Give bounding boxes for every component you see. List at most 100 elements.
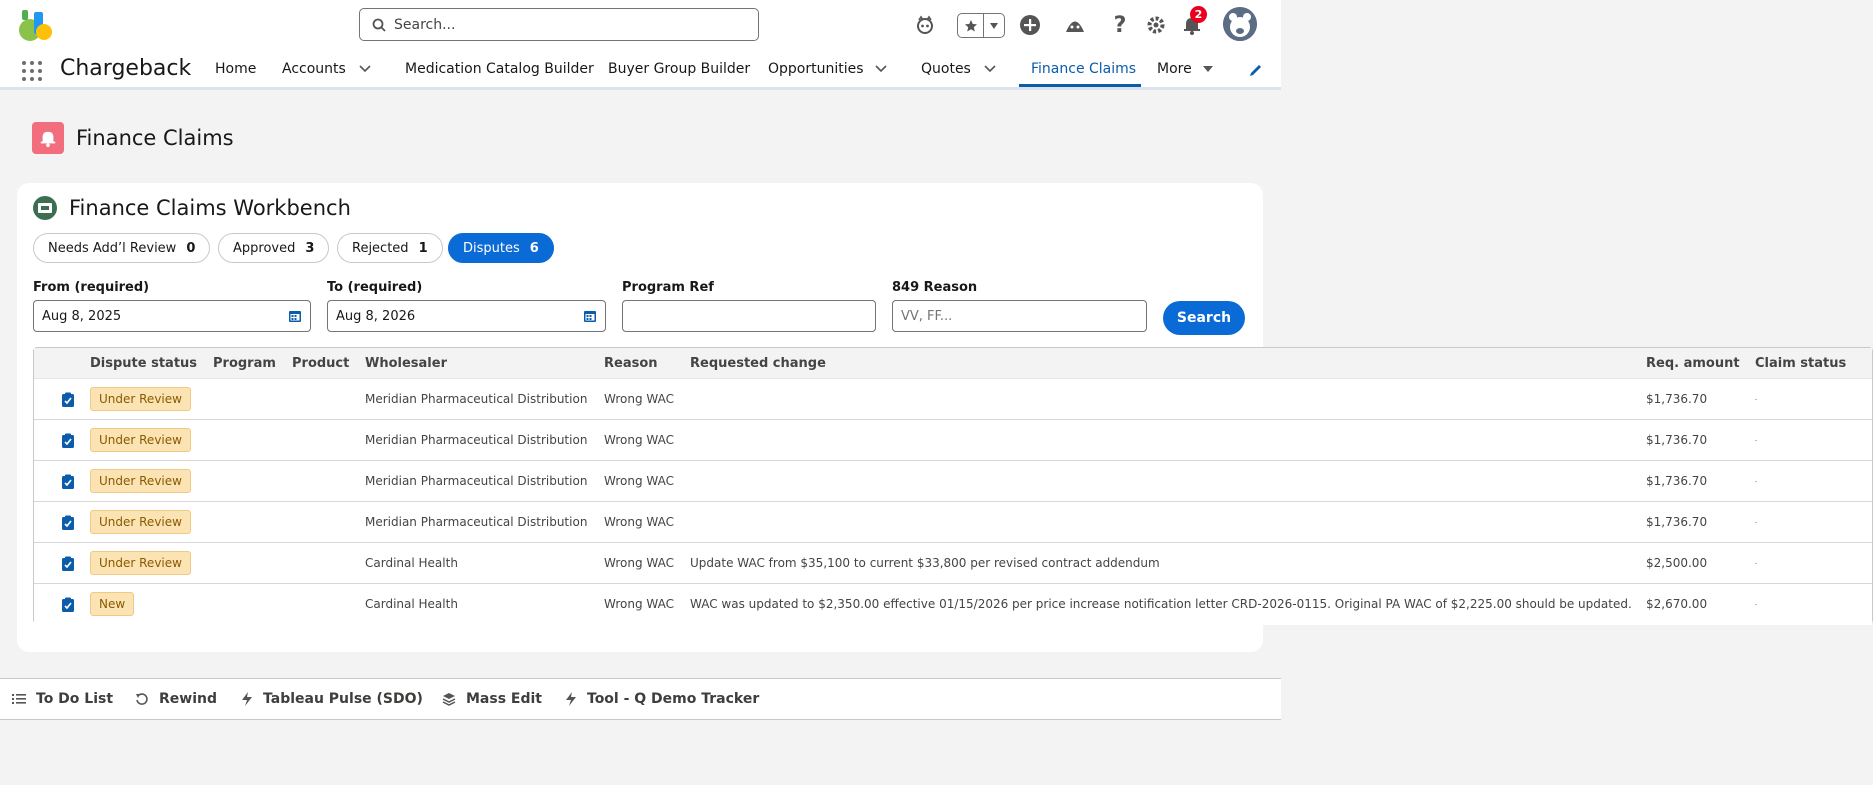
column-header[interactable]: Dispute status — [90, 356, 197, 371]
table-header: Dispute status Program Product Wholesale… — [34, 348, 1872, 379]
column-header[interactable]: Req. amount — [1646, 356, 1740, 371]
status-badge: New — [90, 592, 135, 616]
column-header[interactable]: Reason — [604, 356, 658, 371]
avatar[interactable] — [1223, 7, 1257, 41]
amount-cell: $2,670.00 — [1646, 597, 1708, 611]
nav-item-home[interactable]: Home — [215, 61, 256, 77]
search-placeholder: Search... — [394, 16, 456, 33]
column-header[interactable]: Program — [213, 356, 276, 371]
utility-item-q-demo-tracker[interactable]: Tool - Q Demo Tracker — [565, 691, 759, 707]
reason-cell: Wrong WAC — [604, 597, 674, 611]
tab-label: Disputes — [463, 240, 520, 256]
empty-marker — [1755, 481, 1757, 482]
page-title: Finance Claims — [76, 126, 234, 150]
global-header: Search... ? 2 — [0, 0, 1281, 50]
nav-item-buyer-group-builder[interactable]: Buyer Group Builder — [608, 61, 750, 77]
amount-cell: $2,500.00 — [1646, 556, 1708, 570]
from-date-label: From (required) — [33, 280, 150, 295]
to-date-field[interactable]: Aug 8, 2026 — [327, 300, 606, 332]
tab-label: Rejected — [352, 240, 409, 256]
reason-cell: Wrong WAC — [604, 392, 674, 406]
status-badge: Under Review — [90, 551, 191, 575]
tab-count: 3 — [305, 240, 315, 256]
reason-cell: Wrong WAC — [604, 433, 674, 447]
from-date-field[interactable]: Aug 8, 2025 — [33, 300, 311, 332]
calendar-icon[interactable] — [288, 309, 302, 323]
chevron-down-icon[interactable] — [875, 65, 887, 73]
app-launcher-icon[interactable] — [22, 61, 42, 81]
edit-clipboard-icon[interactable] — [61, 433, 75, 449]
column-header[interactable]: Product — [292, 356, 349, 371]
rewind-icon — [136, 693, 148, 705]
column-header[interactable]: Wholesaler — [365, 356, 447, 371]
utility-item-mass-edit[interactable]: Mass Edit — [442, 691, 542, 707]
edit-clipboard-icon[interactable] — [61, 474, 75, 490]
global-search-input[interactable]: Search... — [359, 8, 759, 41]
star-icon[interactable] — [958, 14, 984, 37]
edit-clipboard-icon[interactable] — [61, 392, 75, 408]
table-row[interactable]: New Cardinal Health Wrong WAC WAC was up… — [34, 584, 1872, 625]
table-row[interactable]: Under Review Meridian Pharmaceutical Dis… — [34, 420, 1872, 461]
search-icon — [372, 18, 386, 32]
utility-item-to-do-list[interactable]: To Do List — [12, 691, 113, 707]
requested-change-cell: Update WAC from $35,100 to current $33,8… — [690, 556, 1160, 570]
from-date-value: Aug 8, 2025 — [42, 308, 122, 324]
amount-cell: $1,736.70 — [1646, 474, 1708, 488]
empty-marker — [1755, 563, 1757, 564]
column-header[interactable]: Claim status — [1755, 356, 1846, 371]
favorites-button[interactable] — [957, 13, 1005, 38]
to-date-value: Aug 8, 2026 — [336, 308, 416, 324]
chevron-down-icon[interactable] — [359, 65, 371, 73]
page-header: Finance Claims — [32, 122, 234, 154]
table-row[interactable]: Under Review Meridian Pharmaceutical Dis… — [34, 379, 1872, 420]
utility-label: Tableau Pulse (SDO) — [263, 691, 423, 707]
program-ref-input[interactable] — [622, 300, 876, 332]
nav-item-medication-catalog-builder[interactable]: Medication Catalog Builder — [405, 61, 594, 77]
org-logo[interactable] — [16, 6, 54, 44]
chevron-down-icon[interactable] — [984, 22, 1004, 30]
utility-label: To Do List — [36, 691, 114, 707]
tab-needs-additional-review[interactable]: Needs Add’l Review 0 — [33, 233, 211, 263]
search-button[interactable]: Search — [1163, 301, 1245, 335]
utility-bar: To Do List Rewind Tableau Pulse (SDO) Ma… — [0, 678, 1281, 720]
amount-cell: $1,736.70 — [1646, 392, 1708, 406]
tab-disputes[interactable]: Disputes 6 — [448, 233, 554, 263]
utility-item-tableau-pulse[interactable]: Tableau Pulse (SDO) — [241, 691, 423, 707]
table-row[interactable]: Under Review Cardinal Health Wrong WAC U… — [34, 543, 1872, 584]
column-header[interactable]: Requested change — [690, 356, 826, 371]
gear-icon[interactable] — [1144, 13, 1168, 37]
nav-item-finance-claims[interactable]: Finance Claims — [1031, 61, 1136, 77]
nav-item-opportunities[interactable]: Opportunities — [768, 61, 864, 77]
chevron-down-icon[interactable] — [984, 65, 996, 73]
requested-change-cell: WAC was updated to $2,350.00 effective 0… — [690, 597, 1632, 611]
table-row[interactable]: Under Review Meridian Pharmaceutical Dis… — [34, 502, 1872, 543]
workbench-title: Finance Claims Workbench — [69, 196, 351, 220]
utility-label: Mass Edit — [466, 691, 542, 707]
tab-label: Approved — [233, 240, 296, 256]
nav-item-quotes[interactable]: Quotes — [921, 61, 971, 77]
status-badge: Under Review — [90, 510, 191, 534]
edit-clipboard-icon[interactable] — [61, 515, 75, 531]
lightning-icon — [242, 692, 252, 706]
agent-icon[interactable] — [913, 13, 937, 37]
disputes-table: Dispute status Program Product Wholesale… — [33, 347, 1873, 625]
tab-rejected[interactable]: Rejected 1 — [337, 233, 443, 263]
nav-item-more[interactable]: More — [1157, 61, 1192, 77]
edit-clipboard-icon[interactable] — [61, 597, 75, 613]
reason-849-input[interactable]: VV, FF... — [892, 300, 1147, 332]
bell-icon — [32, 122, 64, 154]
nav-item-accounts[interactable]: Accounts — [282, 61, 346, 77]
add-icon[interactable] — [1018, 13, 1042, 37]
empty-marker — [1755, 399, 1757, 400]
status-badge: Under Review — [90, 387, 191, 411]
table-row[interactable]: Under Review Meridian Pharmaceutical Dis… — [34, 461, 1872, 502]
trailhead-icon[interactable] — [1063, 13, 1087, 37]
tab-approved[interactable]: Approved 3 — [218, 233, 330, 263]
utility-item-rewind[interactable]: Rewind — [135, 691, 217, 707]
caret-down-icon[interactable] — [1202, 65, 1214, 73]
help-icon[interactable]: ? — [1108, 13, 1132, 38]
edit-clipboard-icon[interactable] — [61, 556, 75, 572]
app-nav-bar: Chargeback Home Accounts Medication Cata… — [0, 50, 1281, 90]
calendar-icon[interactable] — [583, 309, 597, 323]
edit-pencil-icon[interactable] — [1249, 63, 1263, 77]
